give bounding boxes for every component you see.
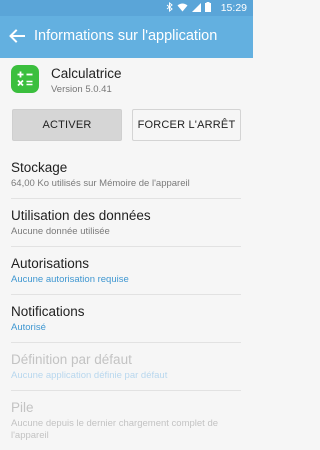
row-subtitle: Autorisé [11,322,46,333]
settings-row-permissions[interactable]: Autorisations Aucune autorisation requis… [11,256,241,285]
row-title: Notifications [11,304,85,319]
row-title: Utilisation des données [11,208,151,223]
row-title: Pile [11,400,34,415]
status-time: 15:29 [220,2,247,14]
divider [11,294,241,295]
row-subtitle: 64,00 Ko utilisés sur Mémoire de l'appar… [11,178,190,189]
status-bar: 15:29 [0,0,253,16]
row-subtitle: Aucune donnée utilisée [11,226,110,237]
app-name: Calculatrice [51,66,122,81]
calculator-symbols-icon [17,71,33,87]
row-subtitle: Aucune application définie par défaut [11,370,168,381]
app-version: Version 5.0.41 [51,84,112,95]
row-title: Définition par défaut [11,352,132,367]
divider [11,390,241,391]
row-title: Stockage [11,160,68,175]
app-bar: Informations sur l'application [0,16,253,58]
divider [11,246,241,247]
page-title: Informations sur l'application [34,28,218,44]
status-icons [166,2,211,12]
settings-row-storage[interactable]: Stockage 64,00 Ko utilisés sur Mémoire d… [11,160,241,189]
activate-button[interactable]: ACTIVER [12,109,122,141]
bluetooth-icon [166,2,173,12]
force-stop-button[interactable]: FORCER L'ARRÊT [132,109,241,141]
settings-row-data-usage[interactable]: Utilisation des données Aucune donnée ut… [11,208,241,237]
row-title: Autorisations [11,256,90,271]
wifi-icon [177,3,188,11]
settings-row-defaults: Définition par défaut Aucune application… [11,352,241,381]
calculator-app-icon [11,65,39,93]
back-arrow-icon[interactable] [8,27,26,45]
signal-icon [192,2,201,12]
row-subtitle: Aucune depuis le dernier chargement comp… [11,418,219,441]
divider [11,342,241,343]
row-subtitle: Aucune autorisation requise [11,274,129,285]
battery-icon [205,2,211,12]
settings-row-notifications[interactable]: Notifications Autorisé [11,304,241,333]
divider [11,198,241,199]
settings-row-battery: Pile Aucune depuis le dernier chargement… [11,400,241,442]
